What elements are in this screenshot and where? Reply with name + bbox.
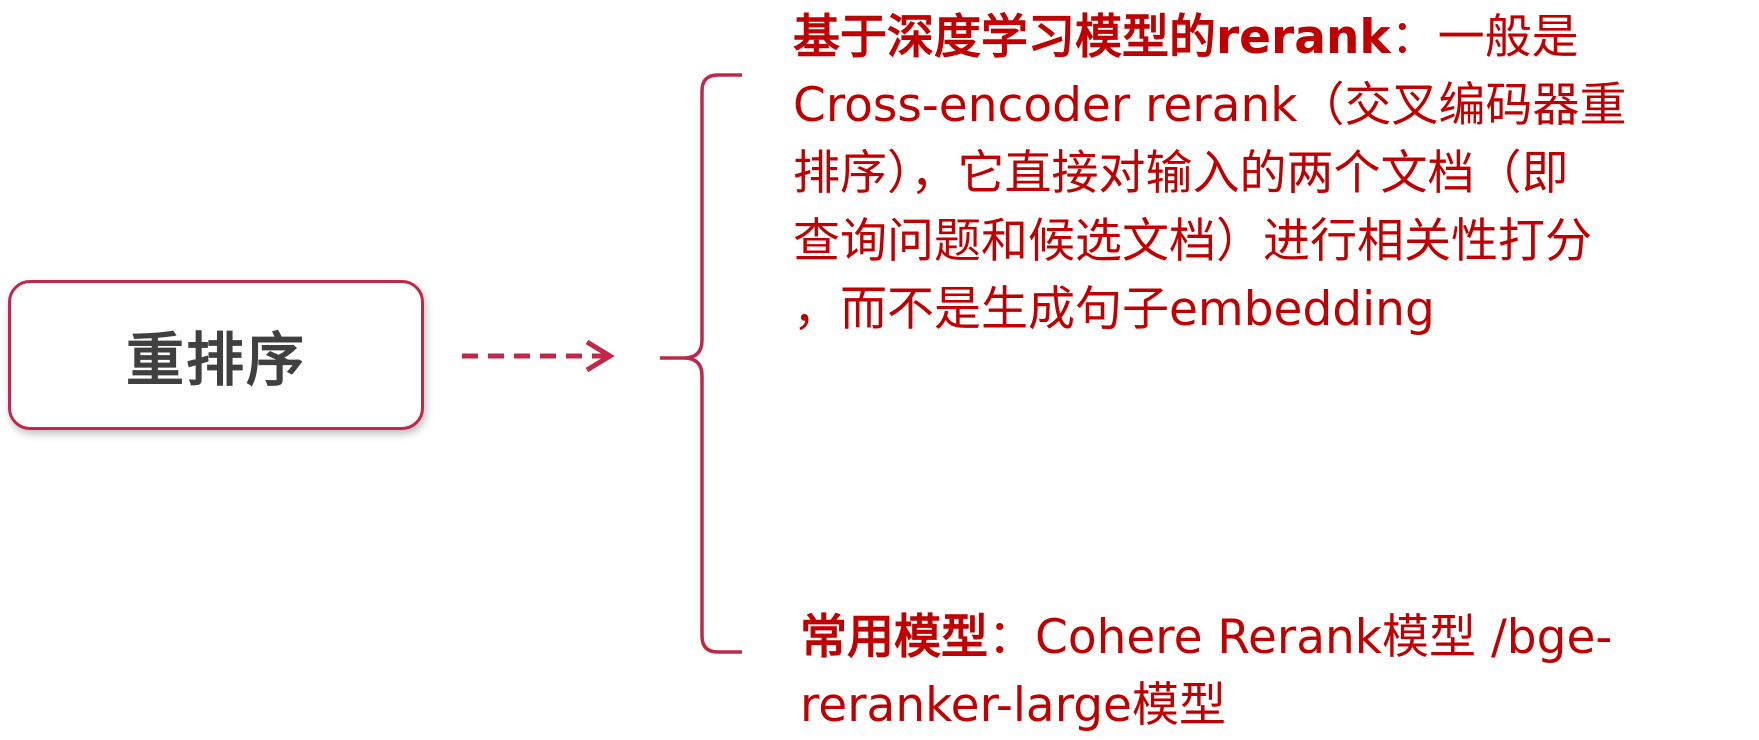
branch-top-lead: 基于深度学习模型的rerank xyxy=(793,10,1391,65)
branch-top-line-1: 基于深度学习模型的rerank：一般是 xyxy=(793,4,1759,72)
branch-bottom-separator: ： xyxy=(988,610,1035,665)
curly-brace xyxy=(660,73,742,654)
branch-top-line: 排序），它直接对输入的两个文档（即 xyxy=(793,146,1569,201)
branch-bottom-text: 常用模型：Cohere Rerank模型 /bge- reranker-larg… xyxy=(800,604,1759,740)
branch-bottom-line-1: 常用模型：Cohere Rerank模型 /bge- xyxy=(800,604,1759,672)
branch-bottom-lead: 常用模型 xyxy=(800,610,988,665)
center-node: 重排序 xyxy=(8,280,424,430)
branch-bottom-line: reranker-large模型 xyxy=(800,678,1226,733)
branch-top-separator: ： xyxy=(1390,10,1438,65)
branch-top-line: ，而不是生成句子embedding xyxy=(793,282,1435,337)
center-node-label: 重排序 xyxy=(125,326,306,394)
branch-top-line: 查询问题和候选文档）进行相关性打分 xyxy=(793,214,1592,269)
branch-top-text: 基于深度学习模型的rerank：一般是 Cross-encoder rerank… xyxy=(793,4,1759,344)
branch-bottom-line: Cohere Rerank模型 /bge- xyxy=(1035,610,1613,665)
branch-top-line: Cross-encoder rerank（交叉编码器重 xyxy=(793,78,1627,133)
branch-top-line: 一般是 xyxy=(1437,10,1579,65)
